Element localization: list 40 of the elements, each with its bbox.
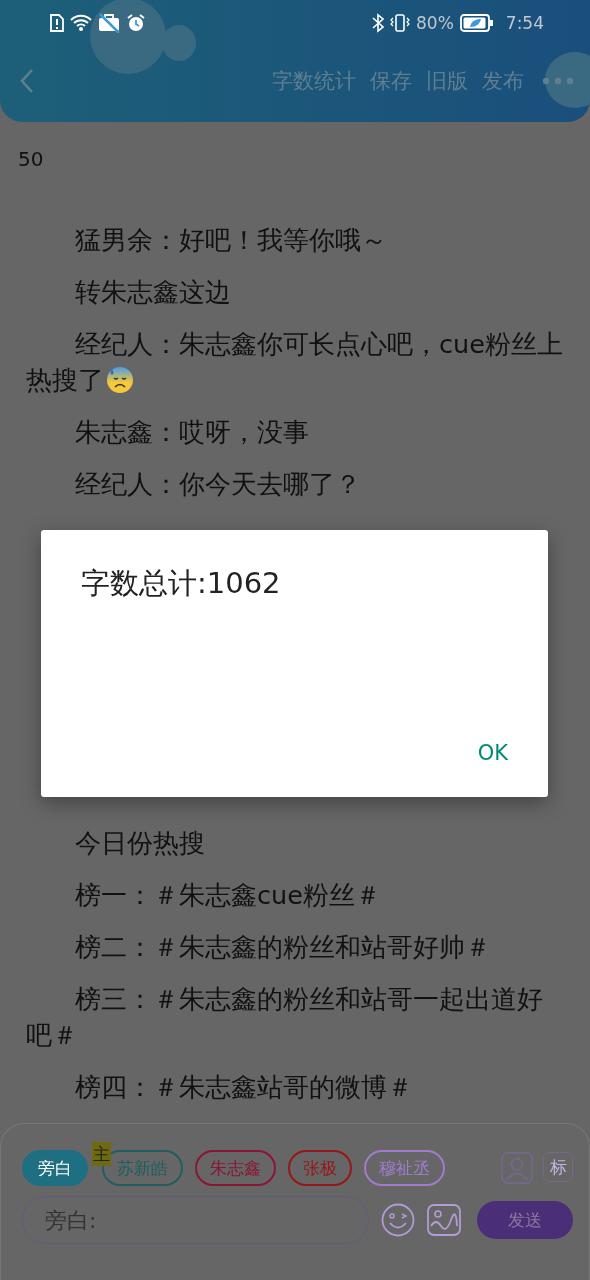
- bluetooth-icon: [372, 13, 384, 33]
- role-chip[interactable]: 穆祉丞: [364, 1150, 445, 1186]
- role-chip[interactable]: 旁白: [22, 1150, 88, 1186]
- story-paragraph: 榜一：＃朱志鑫cue粉丝＃: [73, 879, 382, 912]
- story-paragraph: 经纪人：你今天去哪了？: [73, 468, 362, 501]
- clock-time: 7:54: [505, 13, 544, 33]
- battery-level: 80%: [416, 13, 454, 33]
- toolbar-action[interactable]: 发布: [482, 67, 524, 95]
- dialog-title: 字数总计:1062: [81, 565, 282, 602]
- toolbar-action[interactable]: 字数统计: [272, 67, 356, 95]
- smiley-icon[interactable]: [381, 1203, 415, 1237]
- back-icon[interactable]: [20, 68, 34, 94]
- toolbar-action[interactable]: 保存: [370, 67, 412, 95]
- ok-button[interactable]: OK: [465, 733, 520, 773]
- sweat-face-icon: [106, 366, 134, 394]
- sim-alert-icon: [50, 14, 64, 32]
- image-icon[interactable]: [427, 1204, 461, 1236]
- story-paragraph: 经纪人：朱志鑫你可长点心吧，cue粉丝上热搜了: [26, 328, 564, 397]
- role-chip[interactable]: 朱志鑫: [195, 1150, 276, 1186]
- bubble-decoration: [545, 52, 590, 108]
- work-off-icon: [98, 13, 120, 33]
- vibrate-icon: [390, 13, 410, 33]
- story-paragraph: 转朱志鑫这边: [73, 276, 232, 309]
- page-number: 50: [18, 146, 45, 173]
- story-paragraph: 榜三：＃朱志鑫的粉丝和站哥一起出道好吧＃: [26, 983, 544, 1052]
- alarm-icon: [126, 13, 146, 33]
- role-chip[interactable]: 张极: [288, 1150, 352, 1186]
- more-icon[interactable]: [542, 77, 574, 85]
- story-paragraph: 榜二：＃朱志鑫的粉丝和站哥好帅＃: [73, 931, 492, 964]
- story-paragraph: 朱志鑫：哎呀，没事: [73, 416, 310, 449]
- send-button[interactable]: 发送: [477, 1201, 573, 1239]
- lead-badge: 主: [92, 1142, 111, 1166]
- story-paragraph: 今日份热搜: [73, 827, 206, 860]
- toolbar-action[interactable]: 旧版: [426, 67, 468, 95]
- person-icon[interactable]: [501, 1152, 533, 1184]
- wifi-icon: [70, 14, 92, 32]
- story-paragraph: 榜四：＃朱志鑫站哥的微博＃: [73, 1071, 414, 1104]
- story-paragraph: 猛男余：好吧！我等你哦～: [73, 224, 388, 257]
- battery-saver-icon: [459, 14, 494, 32]
- mark-button[interactable]: 标: [543, 1152, 573, 1182]
